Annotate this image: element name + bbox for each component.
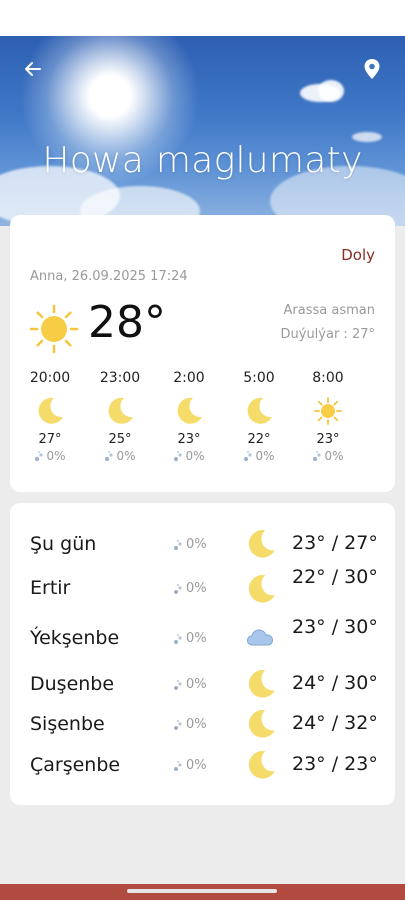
hourly-precip: 0% (229, 449, 289, 463)
day-precip-value: 0% (186, 631, 207, 646)
raindrop-icon (105, 450, 114, 461)
hourly-precip-value: 0% (185, 449, 205, 463)
day-temp-range: 22° / 30° (292, 566, 378, 588)
feels-like: Duýulýar : 27° (280, 327, 376, 342)
cloud-icon (244, 621, 278, 659)
day-temp-range: 23° / 23° (292, 753, 378, 775)
raindrop-icon (174, 450, 183, 461)
day-name: Çarşenbe (30, 754, 121, 776)
moon-icon (229, 392, 289, 430)
day-precip: 0% (173, 677, 207, 692)
moon-icon (20, 392, 80, 430)
day-temp-range: 24° / 30° (292, 672, 378, 694)
current-weather-card: Doly Anna, 26.09.2025 17:24 28° Arassa a… (10, 215, 395, 492)
hero-banner: Howa maglumaty (0, 36, 405, 226)
page-title: Howa maglumaty (42, 140, 363, 181)
daily-row[interactable]: Sişenbe 0% 24° / 32° (10, 705, 395, 745)
hourly-item: 20:00 27° 0% (20, 370, 80, 463)
current-datetime: Anna, 26.09.2025 17:24 (30, 269, 188, 284)
raindrop-icon (174, 719, 182, 730)
hourly-precip: 0% (159, 449, 219, 463)
hourly-item: 8:00 23° 0% (298, 370, 358, 463)
daily-row[interactable]: Ertir 0% 22° / 30° (10, 566, 395, 610)
moon-icon (244, 667, 278, 705)
raindrop-icon (313, 450, 322, 461)
raindrop-icon (174, 583, 182, 594)
day-precip: 0% (173, 758, 207, 773)
hourly-temp: 27° (38, 432, 62, 447)
daily-row[interactable]: Çarşenbe 0% 23° / 23° (10, 746, 395, 786)
day-precip-value: 0% (186, 677, 207, 692)
day-name: Duşenbe (30, 673, 115, 695)
moon-icon (90, 392, 150, 430)
sun-icon (28, 303, 80, 359)
location-button[interactable] (357, 54, 387, 84)
day-name: Ýekşenbe (30, 627, 120, 649)
hourly-time: 23:00 (99, 370, 141, 386)
raindrop-icon (35, 450, 44, 461)
hourly-temp: 25° (108, 432, 132, 447)
raindrop-icon (174, 539, 182, 550)
hourly-precip: 0% (298, 449, 358, 463)
home-indicator[interactable] (127, 889, 277, 893)
daily-row[interactable]: Ýekşenbe 0% 23° / 30° (10, 616, 395, 659)
hourly-item: 5:00 22° 0% (229, 370, 289, 463)
hourly-temp: 22° (247, 432, 271, 447)
hourly-temp: 23° (177, 432, 201, 447)
hourly-time: 8:00 (312, 370, 344, 386)
moon-icon (244, 748, 278, 786)
hourly-item: 2:00 23° 0% (159, 370, 219, 463)
current-temperature: 28° (88, 297, 166, 348)
day-name: Şu gün (30, 533, 97, 555)
back-button[interactable] (18, 54, 48, 84)
hourly-precip-value: 0% (46, 449, 66, 463)
day-precip-value: 0% (186, 758, 207, 773)
day-temp-range: 24° / 32° (292, 712, 378, 734)
moon-icon (159, 392, 219, 430)
daily-forecast-card: Şu gün 0% 23° / 27° Ertir 0% 22° / 30° Ý… (10, 503, 395, 805)
hourly-precip: 0% (20, 449, 80, 463)
daily-row[interactable]: Duşenbe 0% 24° / 30° (10, 664, 395, 704)
raindrop-icon (174, 679, 182, 690)
raindrop-icon (174, 633, 182, 644)
raindrop-icon (174, 760, 182, 771)
hourly-precip: 0% (90, 449, 150, 463)
hourly-precip-value: 0% (255, 449, 275, 463)
day-precip: 0% (173, 581, 207, 596)
day-temp-range: 23° / 27° (292, 532, 378, 554)
day-name: Ertir (30, 577, 71, 599)
day-precip-value: 0% (186, 717, 207, 732)
cloud-decoration (318, 80, 344, 102)
day-precip: 0% (173, 717, 207, 732)
hourly-time: 20:00 (29, 370, 71, 386)
full-details-link[interactable]: Doly (341, 246, 375, 264)
hourly-item: 23:00 25° 0% (90, 370, 150, 463)
daily-row[interactable]: Şu gün 0% 23° / 27° (10, 525, 395, 565)
raindrop-icon (244, 450, 253, 461)
hourly-time: 2:00 (173, 370, 205, 386)
hourly-temp: 23° (316, 432, 340, 447)
arrow-left-icon (25, 62, 41, 76)
hourly-precip-value: 0% (116, 449, 136, 463)
day-temp-range: 23° / 30° (292, 616, 378, 638)
day-precip-value: 0% (186, 581, 207, 596)
current-condition: Arassa asman (283, 303, 375, 318)
day-name: Sişenbe (30, 713, 105, 735)
hourly-time: 5:00 (243, 370, 275, 386)
day-precip: 0% (173, 631, 207, 646)
hourly-precip-value: 0% (324, 449, 344, 463)
moon-icon (244, 572, 278, 610)
day-precip-value: 0% (186, 537, 207, 552)
status-bar (0, 0, 405, 36)
location-pin-icon (364, 59, 380, 79)
moon-icon (244, 707, 278, 745)
moon-icon (244, 527, 278, 565)
sun-icon (298, 392, 358, 430)
day-precip: 0% (173, 537, 207, 552)
